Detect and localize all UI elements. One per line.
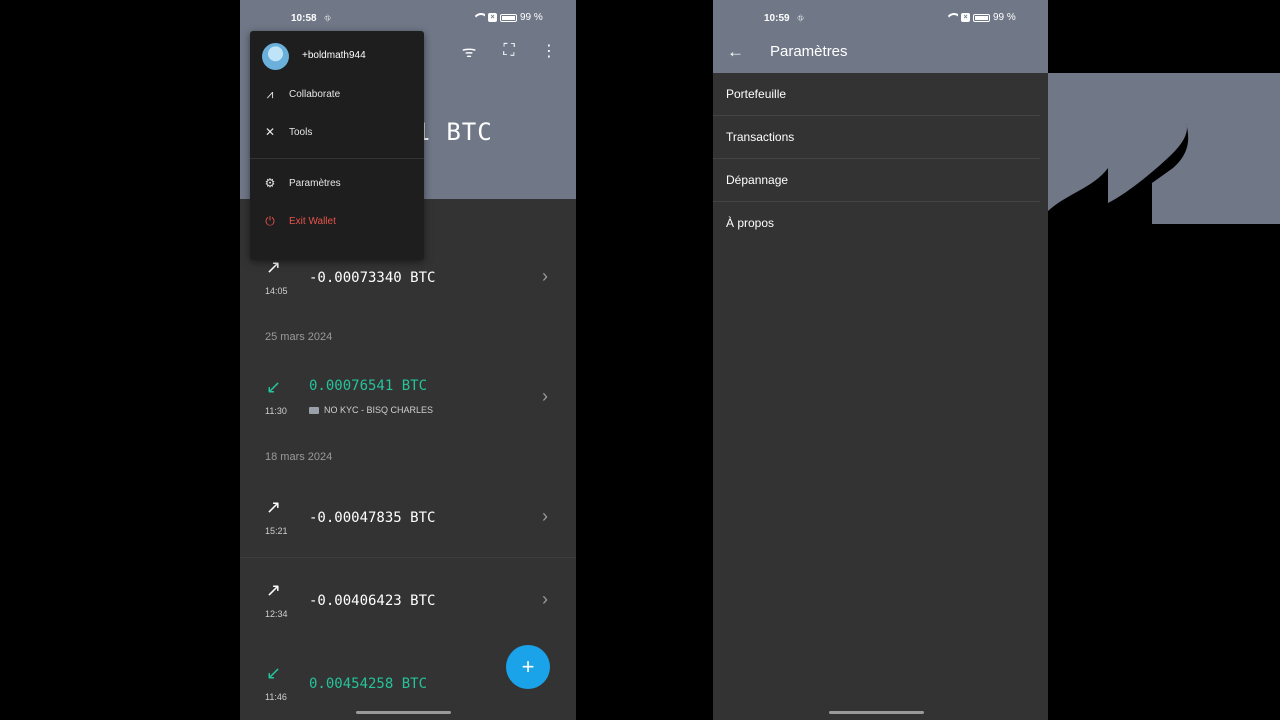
status-bar: 10:59 ⛗ × 99 % xyxy=(713,0,1048,36)
transaction-label-text: NO KYC - BISQ CHARLES xyxy=(324,405,434,415)
status-time: 10:59 xyxy=(764,13,790,24)
menu-item-settings[interactable]: ⚙ Paramètres xyxy=(250,169,424,199)
settings-screen: 10:59 ⛗ × 99 % ← Paramètres Portefeuille… xyxy=(713,0,1048,720)
battery-level: 99 % xyxy=(520,12,543,23)
settings-item-label: Portefeuille xyxy=(726,87,787,101)
screen-record-icon: ⛗ xyxy=(797,13,805,23)
status-time: 10:58 xyxy=(291,13,317,24)
app-bar: ← Paramètres xyxy=(713,36,1048,72)
menu-divider xyxy=(250,158,424,159)
status-icons: × 99 % xyxy=(473,12,543,23)
network-icon[interactable]: ᯤ xyxy=(460,40,478,62)
sim-off-icon: × xyxy=(961,13,970,22)
date-header: 18 mars 2024 xyxy=(265,451,333,463)
outgoing-arrow-icon: ↗ xyxy=(266,580,282,600)
avatar[interactable] xyxy=(262,43,289,70)
status-icons: × 99 % xyxy=(946,12,1016,23)
menu-item-label: Collaborate xyxy=(289,89,341,100)
settings-list: Portefeuille Transactions Dépannage À pr… xyxy=(713,73,1048,720)
settings-item-label: Dépannage xyxy=(726,173,789,187)
screen-record-icon: ⛗ xyxy=(324,13,332,23)
incoming-arrow-icon: ↙ xyxy=(266,377,282,397)
battery-level: 99 % xyxy=(993,12,1016,23)
back-arrow-icon[interactable]: ← xyxy=(727,42,744,62)
home-indicator[interactable] xyxy=(829,711,924,714)
home-indicator[interactable] xyxy=(356,711,451,714)
transaction-time: 11:46 xyxy=(265,692,287,702)
username[interactable]: +boldmath944 xyxy=(302,50,366,61)
settings-item-wallet[interactable]: Portefeuille xyxy=(713,73,1040,116)
menu-item-tools[interactable]: ✕ Tools xyxy=(250,118,424,148)
row-divider xyxy=(240,557,576,558)
transaction-time: 12:34 xyxy=(265,609,288,619)
transaction-list: ↗ 14:05 -0.00073340 BTC › 25 mars 2024 ↙… xyxy=(240,199,576,720)
menu-item-label: Paramètres xyxy=(289,178,341,189)
date-header: 25 mars 2024 xyxy=(265,331,333,343)
menu-item-collaborate[interactable]: ⩘ Collaborate xyxy=(250,80,424,110)
page-title: Paramètres xyxy=(770,43,848,60)
power-icon: ⏻ xyxy=(265,214,275,228)
transaction-row[interactable]: ↗ 12:34 -0.00406423 BTC › xyxy=(240,560,576,640)
outgoing-arrow-icon: ↗ xyxy=(266,257,282,277)
settings-item-label: À propos xyxy=(726,216,775,230)
settings-item-about[interactable]: À propos xyxy=(713,202,1040,245)
settings-item-label: Transactions xyxy=(726,130,795,144)
transaction-time: 14:05 xyxy=(265,286,288,296)
wallet-screen: 10:58 ⛗ × 99 % ᯤ ⛶ ⋮ 91 BTC ↗ 14:05 -0.0… xyxy=(240,0,576,720)
transaction-row[interactable]: ↙ 11:30 0.00076541 BTC NO KYC - BISQ CHA… xyxy=(240,357,576,437)
battery-icon xyxy=(973,13,990,22)
transaction-time: 11:30 xyxy=(265,406,287,416)
settings-item-troubleshooting[interactable]: Dépannage xyxy=(713,159,1040,202)
battery-icon xyxy=(500,13,517,22)
chevron-right-icon: › xyxy=(542,506,548,526)
transaction-amount: 0.00076541 BTC xyxy=(309,378,428,394)
menu-item-label: Tools xyxy=(289,127,313,138)
transaction-time: 15:21 xyxy=(265,526,288,536)
overflow-menu: +boldmath944 ⩘ Collaborate ✕ Tools ⚙ Par… xyxy=(250,31,424,260)
decorative-shape xyxy=(1048,73,1280,720)
transaction-label: NO KYC - BISQ CHARLES xyxy=(309,405,433,415)
menu-item-exit-wallet[interactable]: ⏻ Exit Wallet xyxy=(250,207,424,237)
tools-icon: ✕ xyxy=(264,125,276,139)
transaction-amount: -0.00047835 BTC xyxy=(309,510,436,526)
gear-icon: ⚙ xyxy=(264,176,276,190)
menu-item-label: Exit Wallet xyxy=(289,216,336,227)
transaction-row[interactable]: ↗ 15:21 -0.00047835 BTC › xyxy=(240,477,576,557)
toolbar-icons: ᯤ ⛶ ⋮ xyxy=(460,40,558,62)
transaction-amount: 0.00454258 BTC xyxy=(309,676,428,692)
transaction-amount: -0.00073340 BTC xyxy=(309,270,436,286)
add-button[interactable]: + xyxy=(506,645,550,689)
chevron-right-icon: › xyxy=(542,266,548,286)
wifi-icon xyxy=(946,13,958,22)
scan-icon[interactable]: ⛶ xyxy=(500,42,518,60)
incoming-arrow-icon: ↙ xyxy=(266,663,282,683)
chevron-right-icon: › xyxy=(542,386,548,406)
more-options-icon[interactable]: ⋮ xyxy=(540,41,558,61)
transaction-amount: -0.00406423 BTC xyxy=(309,593,436,609)
tag-icon xyxy=(309,406,319,414)
chevron-right-icon: › xyxy=(542,589,548,609)
sim-off-icon: × xyxy=(488,13,497,22)
collaborate-icon: ⩘ xyxy=(266,87,274,101)
outgoing-arrow-icon: ↗ xyxy=(266,497,282,517)
settings-item-transactions[interactable]: Transactions xyxy=(713,116,1040,159)
wifi-icon xyxy=(473,13,485,22)
